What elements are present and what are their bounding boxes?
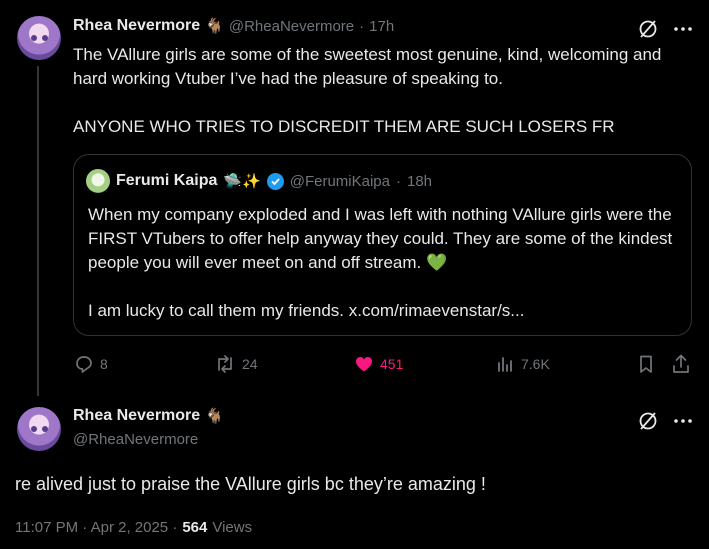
reply-avatar-eye-right (42, 426, 48, 432)
reply-avatar[interactable] (17, 407, 61, 451)
quote-avatar[interactable] (86, 169, 110, 193)
reply-author-name[interactable]: Rhea Nevermore (73, 407, 200, 425)
thread-connector-line (37, 66, 39, 396)
quote-header: Ferumi Kaipa 🛸✨ @FerumiKaipa · 18h (86, 169, 432, 193)
more-options-icon[interactable] (672, 18, 694, 40)
header-separator: · (359, 17, 365, 35)
reply-button[interactable]: 8 (74, 354, 108, 374)
heart-icon (356, 357, 372, 372)
reply-icon (76, 356, 92, 373)
reply-views-count: 564 (182, 519, 208, 536)
share-icon[interactable] (670, 353, 692, 375)
reply-author-handle[interactable]: @RheaNevermore (73, 431, 198, 448)
avatar-eye-right (42, 35, 48, 41)
quote-author-name[interactable]: Ferumi Kaipa (116, 172, 217, 190)
reply-views-label: Views (212, 519, 253, 536)
author-emoji: 🐐 (205, 18, 224, 35)
avatar[interactable] (17, 16, 61, 60)
quote-separator: · (395, 172, 401, 190)
reply-header: Rhea Nevermore 🐐 (73, 407, 224, 425)
quoted-post[interactable]: Ferumi Kaipa 🛸✨ @FerumiKaipa · 18h When … (73, 154, 692, 336)
reply-grok-icon[interactable] (637, 410, 659, 432)
verified-badge-icon (266, 172, 284, 190)
bookmark-icon[interactable] (636, 354, 656, 374)
post-header: Rhea Nevermore 🐐 @RheaNevermore · 17h (73, 17, 394, 35)
grok-icon[interactable] (637, 18, 659, 40)
reply-meta: 11:07 PM · Apr 2, 2025 · 564 Views (15, 519, 252, 536)
reply-author-emoji: 🐐 (205, 408, 224, 425)
post-time[interactable]: 17h (369, 18, 394, 35)
analytics-icon (498, 357, 512, 372)
views-button[interactable]: 7.6K (495, 354, 550, 374)
reply-timestamp[interactable]: 11:07 PM · Apr 2, 2025 · (15, 519, 177, 536)
post-text: The VAllure girls are some of the sweete… (73, 45, 662, 136)
views-count: 7.6K (521, 356, 550, 372)
quote-author-emojis: 🛸✨ (223, 173, 261, 190)
reply-text: re alived just to praise the VAllure gir… (15, 474, 486, 494)
reply-avatar-eye-left (31, 426, 37, 432)
author-name[interactable]: Rhea Nevermore (73, 17, 200, 35)
repost-count: 24 (242, 356, 258, 372)
like-button[interactable]: 451 (354, 354, 403, 374)
avatar-eye-left (31, 35, 37, 41)
repost-icon (218, 355, 232, 373)
quote-time[interactable]: 18h (407, 173, 432, 190)
like-count: 451 (380, 356, 404, 372)
quote-text: When my company exploded and I was left … (88, 205, 673, 320)
reply-more-options-icon[interactable] (672, 410, 694, 432)
reply-count: 8 (100, 356, 108, 372)
quote-author-handle[interactable]: @FerumiKaipa (290, 173, 390, 190)
repost-button[interactable]: 24 (214, 354, 258, 374)
author-handle[interactable]: @RheaNevermore (229, 18, 354, 35)
